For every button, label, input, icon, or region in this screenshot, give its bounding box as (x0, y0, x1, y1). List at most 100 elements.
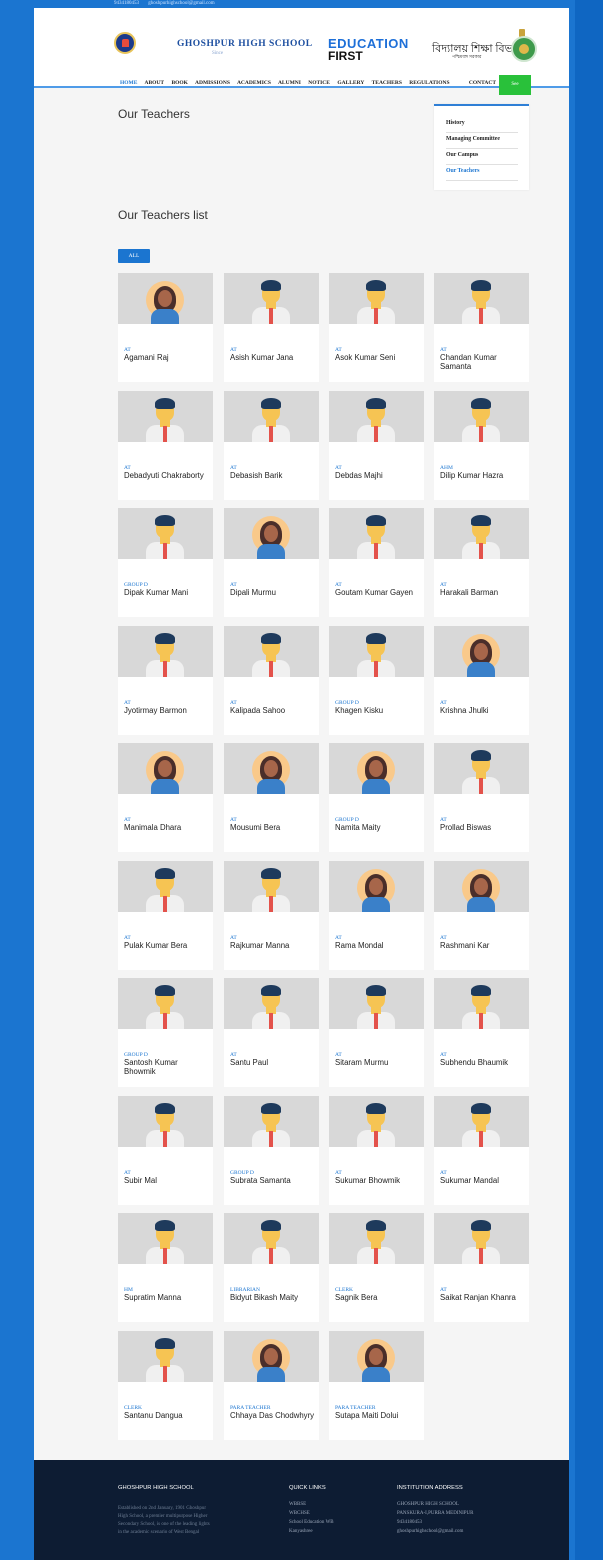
teacher-name[interactable]: Dipali Murmu (230, 588, 316, 597)
teacher-card[interactable]: AT Saikat Ranjan Khanra (434, 1213, 529, 1322)
teacher-name[interactable]: Asish Kumar Jana (230, 353, 316, 362)
teacher-card[interactable]: AT Rama Mondal (329, 860, 424, 970)
side-menu-history[interactable]: History (446, 116, 518, 133)
teacher-card[interactable]: AT Subhendu Bhaumik (434, 978, 529, 1087)
nav-notice[interactable]: NOTICE (308, 80, 330, 86)
nav-alumni[interactable]: ALUMNI (278, 80, 301, 86)
school-logo-icon[interactable] (114, 32, 136, 54)
teacher-name[interactable]: Chandan Kumar Samanta (440, 353, 526, 371)
teacher-card[interactable]: AT Debadyuti Chakraborty (118, 390, 213, 500)
side-menu-our-campus[interactable]: Our Campus (446, 148, 518, 165)
teacher-card[interactable]: AT Harakali Barman (434, 508, 529, 617)
teacher-name[interactable]: Namita Maity (335, 823, 421, 832)
teacher-card[interactable]: AT Goutam Kumar Gayen (329, 508, 424, 617)
nav-gallery[interactable]: GALLERY (337, 80, 364, 86)
footer-link-wbchse[interactable]: WBCHSE (289, 1511, 310, 1516)
teacher-name[interactable]: Agamani Raj (124, 353, 210, 362)
teacher-name[interactable]: Mousumi Bera (230, 823, 316, 832)
teacher-name[interactable]: Chhaya Das Chodwhyry (230, 1411, 316, 1420)
teacher-card[interactable]: GROUP D Santosh Kumar Bhowmik (118, 978, 213, 1087)
teacher-card[interactable]: AT Sukumar Mandal (434, 1095, 529, 1205)
teacher-card[interactable]: CLERK Santanu Dangua (118, 1330, 213, 1440)
teacher-name[interactable]: Jyotirmay Barmon (124, 706, 210, 715)
teacher-name[interactable]: Kalipada Sahoo (230, 706, 316, 715)
teacher-name[interactable]: Sagnik Bera (335, 1293, 421, 1302)
teacher-name[interactable]: Pulak Kumar Bera (124, 941, 210, 950)
teacher-card[interactable]: AT Pulak Kumar Bera (118, 860, 213, 970)
teacher-name[interactable]: Rajkumar Manna (230, 941, 316, 950)
footer-link-wbbse[interactable]: WBBSE (289, 1502, 306, 1507)
teacher-card[interactable]: AT Santu Paul (224, 978, 319, 1087)
side-menu-our-teachers[interactable]: Our Teachers (446, 164, 518, 181)
teacher-name[interactable]: Dipak Kumar Mani (124, 588, 210, 597)
teacher-name[interactable]: Harakali Barman (440, 588, 526, 597)
teacher-name[interactable]: Sutapa Maiti Dolui (335, 1411, 421, 1420)
teacher-name[interactable]: Bidyut Bikash Maity (230, 1293, 316, 1302)
teacher-name[interactable]: Krishna Jhulki (440, 706, 526, 715)
teacher-card[interactable]: CLERK Sagnik Bera (329, 1213, 424, 1322)
teacher-card[interactable]: AT Kalipada Sahoo (224, 625, 319, 735)
teacher-card[interactable]: AT Subir Mal (118, 1095, 213, 1205)
side-menu-managing-committee[interactable]: Managing Committee (446, 132, 518, 149)
footer-link-kanyashree[interactable]: Kanyashree (289, 1529, 313, 1534)
nav-admissions[interactable]: ADMISSIONS (195, 80, 230, 86)
teacher-card[interactable]: PARA TEACHER Chhaya Das Chodwhyry (224, 1330, 319, 1440)
teacher-card[interactable]: AT Mousumi Bera (224, 743, 319, 852)
see-button[interactable]: See (499, 75, 531, 95)
nav-contact[interactable]: CONTACT (469, 80, 496, 86)
teacher-card[interactable]: AT Debdas Majhi (329, 390, 424, 500)
teacher-name[interactable]: Rashmani Kar (440, 941, 526, 950)
teacher-card[interactable]: AT Sitaram Murmu (329, 978, 424, 1087)
teacher-card[interactable]: AT Chandan Kumar Samanta (434, 273, 529, 382)
nav-teachers[interactable]: TEACHERS (372, 80, 402, 86)
nav-book[interactable]: BOOK (171, 80, 188, 86)
teacher-name[interactable]: Sukumar Mandal (440, 1176, 526, 1185)
teacher-name[interactable]: Manimala Dhara (124, 823, 210, 832)
teacher-name[interactable]: Sitaram Murmu (335, 1058, 421, 1067)
nav-about[interactable]: ABOUT (145, 80, 165, 86)
teacher-card[interactable]: AT Sukumar Bhowmik (329, 1095, 424, 1205)
teacher-card[interactable]: AT Agamani Raj (118, 273, 213, 382)
teacher-card[interactable]: AT Rashmani Kar (434, 860, 529, 970)
teacher-card[interactable]: PARA TEACHER Sutapa Maiti Dolui (329, 1330, 424, 1440)
teacher-name[interactable]: Saikat Ranjan Khanra (440, 1293, 526, 1302)
teacher-name[interactable]: Subrata Samanta (230, 1176, 316, 1185)
teacher-name[interactable]: Sukumar Bhowmik (335, 1176, 421, 1185)
teacher-name[interactable]: Santosh Kumar Bhowmik (124, 1058, 210, 1076)
teacher-name[interactable]: Debdas Majhi (335, 471, 421, 480)
teacher-card[interactable]: HM Supratim Manna (118, 1213, 213, 1322)
filter-all-button[interactable]: ALL (118, 249, 150, 263)
teacher-card[interactable]: LIBRARIAN Bidyut Bikash Maity (224, 1213, 319, 1322)
teacher-card[interactable]: AT Manimala Dhara (118, 743, 213, 852)
teacher-card[interactable]: GROUP D Namita Maity (329, 743, 424, 852)
teacher-card[interactable]: AT Prollad Biswas (434, 743, 529, 852)
teacher-card[interactable]: AT Dipali Murmu (224, 508, 319, 617)
teacher-name[interactable]: Dilip Kumar Hazra (440, 471, 526, 480)
teacher-card[interactable]: AT Jyotirmay Barmon (118, 625, 213, 735)
school-name[interactable]: GHOSHPUR HIGH SCHOOL (177, 39, 313, 49)
teacher-card[interactable]: AT Asok Kumar Seni (329, 273, 424, 382)
teacher-card[interactable]: AT Rajkumar Manna (224, 860, 319, 970)
teacher-name[interactable]: Prollad Biswas (440, 823, 526, 832)
teacher-name[interactable]: Rama Mondal (335, 941, 421, 950)
teacher-name[interactable]: Supratim Manna (124, 1293, 210, 1302)
teacher-name[interactable]: Subhendu Bhaumik (440, 1058, 526, 1067)
teacher-name[interactable]: Subir Mal (124, 1176, 210, 1185)
teacher-card[interactable]: AHM Dilip Kumar Hazra (434, 390, 529, 500)
nav-home[interactable]: HOME (120, 80, 137, 86)
teacher-card[interactable]: AT Asish Kumar Jana (224, 273, 319, 382)
teacher-name[interactable]: Debasish Barik (230, 471, 316, 480)
teacher-card[interactable]: GROUP D Khagen Kisku (329, 625, 424, 735)
teacher-name[interactable]: Asok Kumar Seni (335, 353, 421, 362)
teacher-card[interactable]: AT Debasish Barik (224, 390, 319, 500)
teacher-name[interactable]: Khagen Kisku (335, 706, 421, 715)
nav-regulations[interactable]: REGULATIONS (409, 80, 449, 86)
footer-link-school-education[interactable]: School Education WB (289, 1520, 334, 1525)
teacher-name[interactable]: Santanu Dangua (124, 1411, 210, 1420)
teacher-card[interactable]: GROUP D Subrata Samanta (224, 1095, 319, 1205)
teacher-name[interactable]: Debadyuti Chakraborty (124, 471, 210, 480)
teacher-card[interactable]: GROUP D Dipak Kumar Mani (118, 508, 213, 617)
teacher-name[interactable]: Santu Paul (230, 1058, 316, 1067)
teacher-card[interactable]: AT Krishna Jhulki (434, 625, 529, 735)
teacher-name[interactable]: Goutam Kumar Gayen (335, 588, 421, 597)
